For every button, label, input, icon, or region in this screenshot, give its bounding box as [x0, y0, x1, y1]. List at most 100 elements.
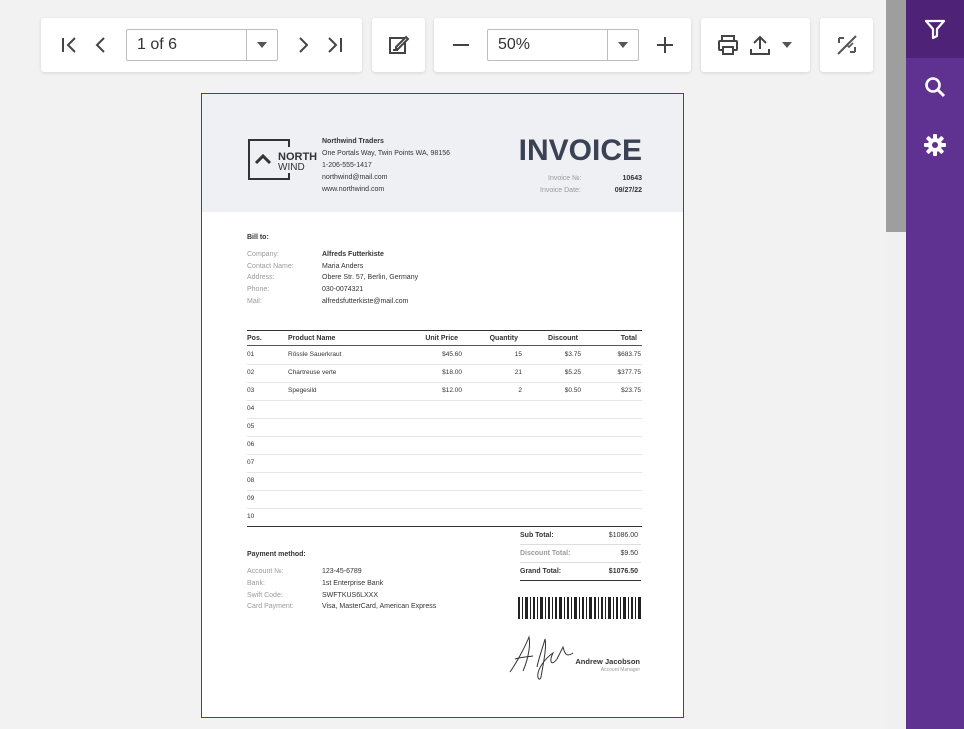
- logo-border-bottom: [286, 173, 290, 180]
- card-payment-label: Card Payment:: [247, 603, 294, 610]
- row-price: $45.60: [442, 351, 462, 358]
- editing-fields-button[interactable]: [384, 30, 414, 60]
- navigation-toolbar: 1 of 6: [41, 18, 362, 72]
- discount-total-label: Discount Total:: [520, 550, 571, 557]
- logo-chevron-icon: [254, 153, 272, 165]
- table-header-qty: Quantity: [489, 335, 518, 342]
- gear-icon: [924, 134, 946, 156]
- search-panel-button[interactable]: [906, 58, 964, 116]
- table-row: 04: [247, 400, 642, 419]
- table-header-total: Total: [620, 335, 637, 342]
- invoice-date: 09/27/22: [614, 187, 642, 194]
- row-product: Rössle Sauerkraut: [288, 351, 342, 358]
- page-dropdown-button[interactable]: [246, 30, 277, 60]
- bill-to-title: Bill to:: [247, 234, 269, 241]
- right-sidebar: [906, 0, 964, 729]
- document-page: NORTH WIND Northwind Traders One Portals…: [201, 93, 684, 718]
- account-label: Account №:: [247, 568, 284, 575]
- bank-label: Bank:: [247, 580, 265, 587]
- chevron-down-icon: [618, 42, 628, 48]
- export-button[interactable]: [745, 30, 775, 60]
- bill-contact-label: Contact Name:: [247, 263, 294, 270]
- row-pos: 05: [247, 423, 255, 430]
- company-name: Northwind Traders: [322, 138, 384, 145]
- export-format-dropdown[interactable]: [777, 30, 797, 60]
- swift-value: SWFTKUS6LXXX: [322, 592, 379, 599]
- zoom-out-button[interactable]: [446, 30, 476, 60]
- edit-icon: [388, 35, 409, 54]
- previous-page-button[interactable]: [86, 30, 116, 60]
- row-pos: 02: [247, 369, 255, 376]
- bank-value: 1st Enterprise Bank: [322, 580, 384, 587]
- subtotal-value: $1086.00: [608, 532, 638, 539]
- row-pos: 04: [247, 405, 255, 412]
- discount-total-value: $9.50: [620, 550, 638, 557]
- row-total: $683.75: [617, 351, 642, 358]
- row-pos: 03: [247, 387, 255, 394]
- minus-icon: [453, 44, 469, 46]
- row-price: $12.00: [442, 387, 462, 394]
- row-total: $377.75: [617, 369, 642, 376]
- company-email: northwind@mail.com: [322, 174, 388, 181]
- bill-mail-label: Mail:: [247, 298, 262, 305]
- row-pos: 09: [247, 495, 255, 502]
- filter-icon: [924, 19, 946, 40]
- table-header-pos: Pos.: [247, 335, 262, 342]
- bill-phone-label: Phone:: [247, 286, 270, 293]
- payment-method-title: Payment method:: [247, 551, 306, 558]
- logo-wind-text: WIND: [278, 162, 305, 173]
- upload-icon: [750, 35, 770, 55]
- search-icon: [925, 77, 946, 98]
- print-export-toolbar: [701, 18, 810, 72]
- highlight-fields-button[interactable]: [832, 30, 862, 60]
- settings-panel-button[interactable]: [906, 116, 964, 174]
- table-header-discount: Discount: [548, 335, 578, 342]
- row-qty: 2: [518, 387, 522, 394]
- barcode: [518, 597, 641, 619]
- chevron-right-icon: [299, 37, 309, 53]
- invoice-number: 10643: [622, 175, 642, 182]
- zoom-selector[interactable]: 50%: [487, 29, 639, 61]
- row-total: $23.75: [621, 387, 641, 394]
- table-row: 10: [247, 508, 642, 527]
- subtotal-label: Sub Total:: [520, 532, 554, 539]
- row-discount: $5.25: [564, 369, 581, 376]
- print-button[interactable]: [713, 30, 743, 60]
- last-page-button[interactable]: [320, 30, 350, 60]
- table-header-price: Unit Price: [425, 335, 458, 342]
- bill-address: Obere Str. 57, Berlin, Germany: [322, 274, 419, 281]
- row-qty: 15: [514, 351, 522, 358]
- parameters-panel-button[interactable]: [906, 0, 964, 58]
- zoom-in-button[interactable]: [650, 30, 680, 60]
- scrollbar-thumb[interactable]: [886, 0, 906, 232]
- chevron-left-icon: [95, 37, 105, 53]
- row-product: Chartreuse verte: [288, 369, 337, 376]
- page-selector[interactable]: 1 of 6: [126, 29, 278, 61]
- row-pos: 08: [247, 477, 255, 484]
- signer-name: Andrew Jacobson: [575, 657, 640, 666]
- bill-address-label: Address:: [247, 274, 275, 281]
- table-row: 05: [247, 418, 642, 437]
- last-page-icon: [328, 37, 342, 53]
- bill-mail: alfredsfutterkiste@mail.com: [322, 298, 409, 305]
- first-page-icon: [62, 37, 76, 53]
- table-row: 01 Rössle Sauerkraut $45.60 15 $3.75 $683.75: [247, 346, 642, 365]
- next-page-button[interactable]: [288, 30, 318, 60]
- table-row: 03 Spegesild $12.00 2 $0.50 $23.75: [247, 382, 642, 401]
- chevron-down-icon: [782, 42, 792, 48]
- subtotal-rule: [520, 544, 641, 545]
- row-product: Spegesild: [288, 387, 317, 394]
- table-top-rule: [247, 330, 642, 331]
- bill-phone: 030-0074321: [322, 286, 364, 293]
- grand-total-label: Grand Total:: [520, 568, 562, 575]
- row-qty: 21: [514, 369, 522, 376]
- table-header-product: Product Name: [288, 335, 336, 342]
- bill-company: Alfreds Futterkiste: [322, 251, 384, 258]
- row-pos: 07: [247, 459, 255, 466]
- printer-icon: [718, 35, 738, 55]
- chevron-down-icon: [257, 42, 267, 48]
- zoom-dropdown-button[interactable]: [607, 30, 638, 60]
- account-value: 123-45-6789: [322, 568, 362, 575]
- grand-total-rule: [520, 580, 641, 581]
- first-page-button[interactable]: [54, 30, 84, 60]
